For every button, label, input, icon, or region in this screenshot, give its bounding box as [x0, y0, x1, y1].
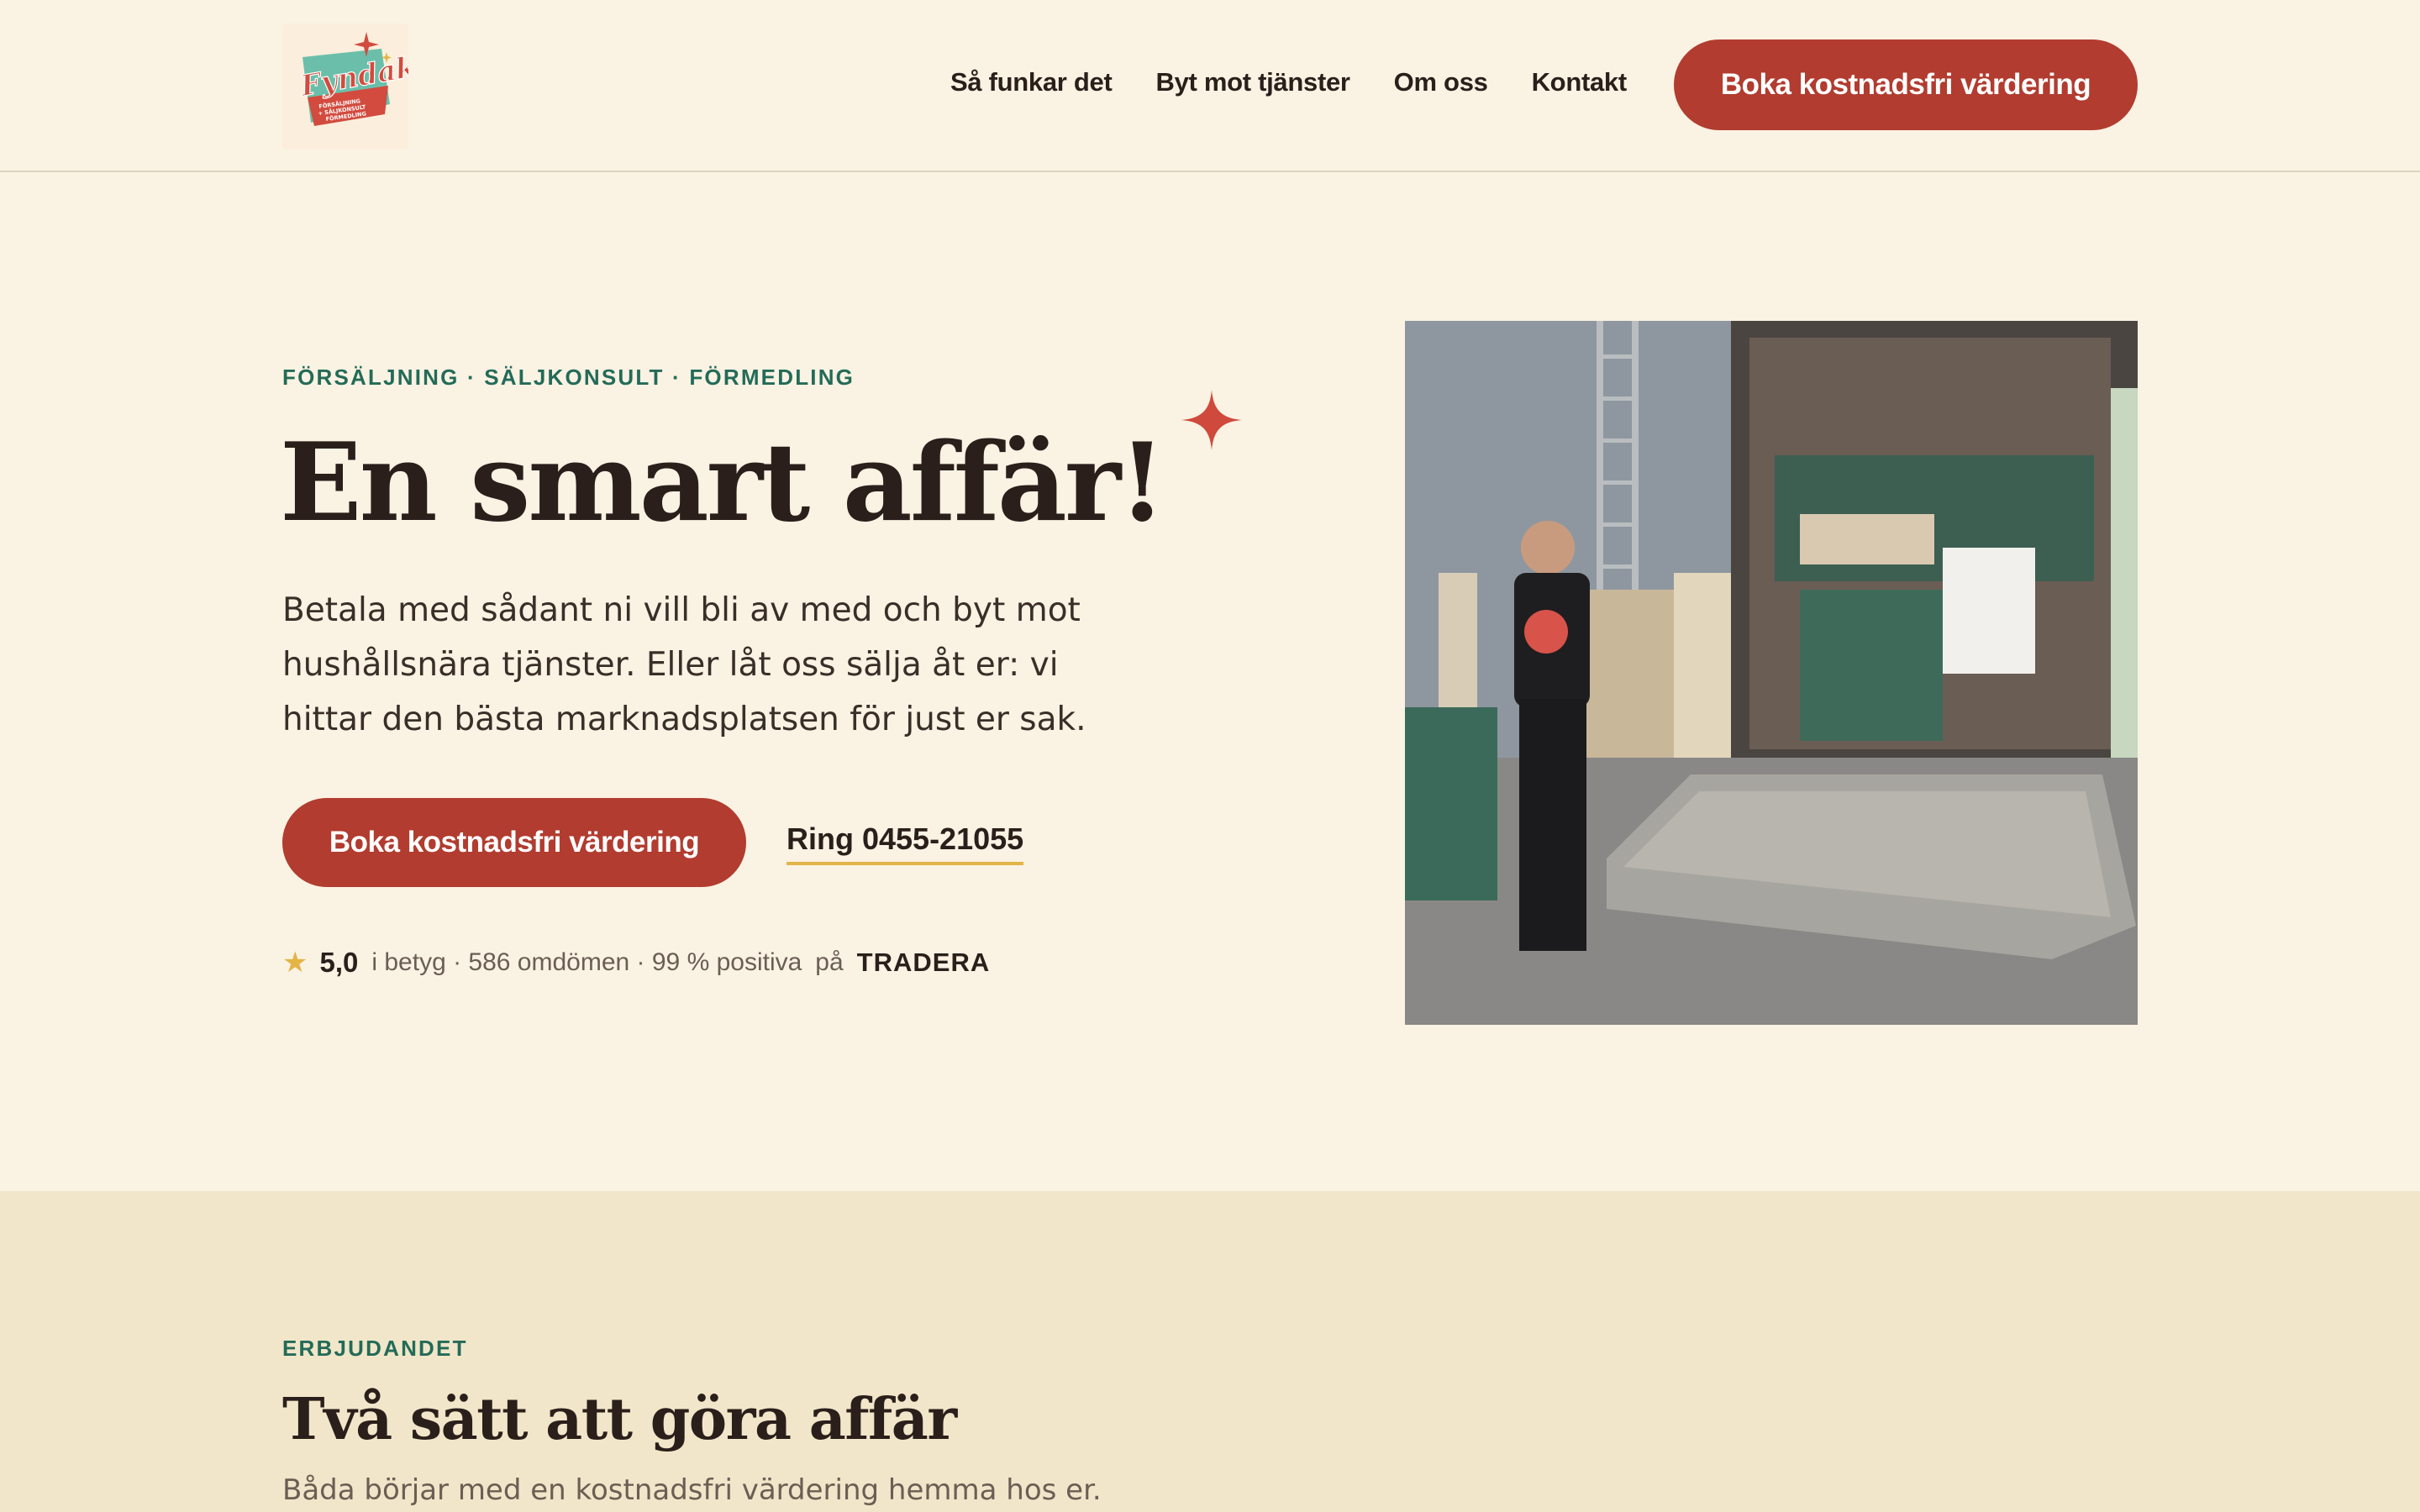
rating-on-label: på — [815, 948, 844, 976]
rating-score: 5,0 — [319, 947, 359, 978]
site-header: Fyndak FÖRSÄLJNING + SÄLJKONSULT FÖRMEDL… — [0, 0, 2420, 172]
call-phone-link[interactable]: Ring 0455-21055 — [786, 822, 1024, 865]
rating-meta: i betyg · 586 omdömen · 99 % positiva — [371, 948, 802, 976]
main-nav: Så funkar det Byt mot tjänster Om oss Ko… — [950, 67, 1627, 97]
hero-title: En smart affär! — [280, 420, 1165, 546]
header-book-valuation-button[interactable]: Boka kostnadsfri värdering — [1674, 39, 2138, 130]
sparkle-icon — [1181, 390, 1242, 450]
rating-summary: ★ 5,0 i betyg · 586 omdömen · 99 % posit… — [282, 946, 990, 979]
nav-item-about[interactable]: Om oss — [1394, 67, 1488, 97]
hero-photo-moving-truck — [1405, 321, 2138, 1025]
offer-eyebrow: ERBJUDANDET — [282, 1336, 468, 1361]
fyndak-logo[interactable]: Fyndak FÖRSÄLJNING + SÄLJKONSULT FÖRMEDL… — [282, 24, 408, 150]
offer-subtitle: Båda börjar med en kostnadsfri värdering… — [282, 1473, 1102, 1507]
nav-item-trade-for-services[interactable]: Byt mot tjänster — [1155, 67, 1349, 97]
offer-section: ERBJUDANDET Två sätt att göra affär Båda… — [0, 1191, 2420, 1512]
offer-title: Två sätt att göra affär — [282, 1386, 957, 1453]
logo-graphic: Fyndak FÖRSÄLJNING + SÄLJKONSULT FÖRMEDL… — [297, 32, 408, 126]
nav-item-how-it-works[interactable]: Så funkar det — [950, 67, 1113, 97]
truck-illustration — [1405, 321, 2138, 1025]
star-icon: ★ — [282, 947, 308, 979]
hero-book-valuation-button[interactable]: Boka kostnadsfri värdering — [282, 798, 746, 887]
nav-item-contact[interactable]: Kontakt — [1532, 67, 1628, 97]
tradera-logo[interactable]: TRADERA — [857, 948, 991, 978]
hero-eyebrow: FÖRSÄLJNING · SÄLJKONSULT · FÖRMEDLING — [282, 365, 855, 390]
hero-description: Betala med sådant ni vill bli av med och… — [282, 591, 1086, 738]
